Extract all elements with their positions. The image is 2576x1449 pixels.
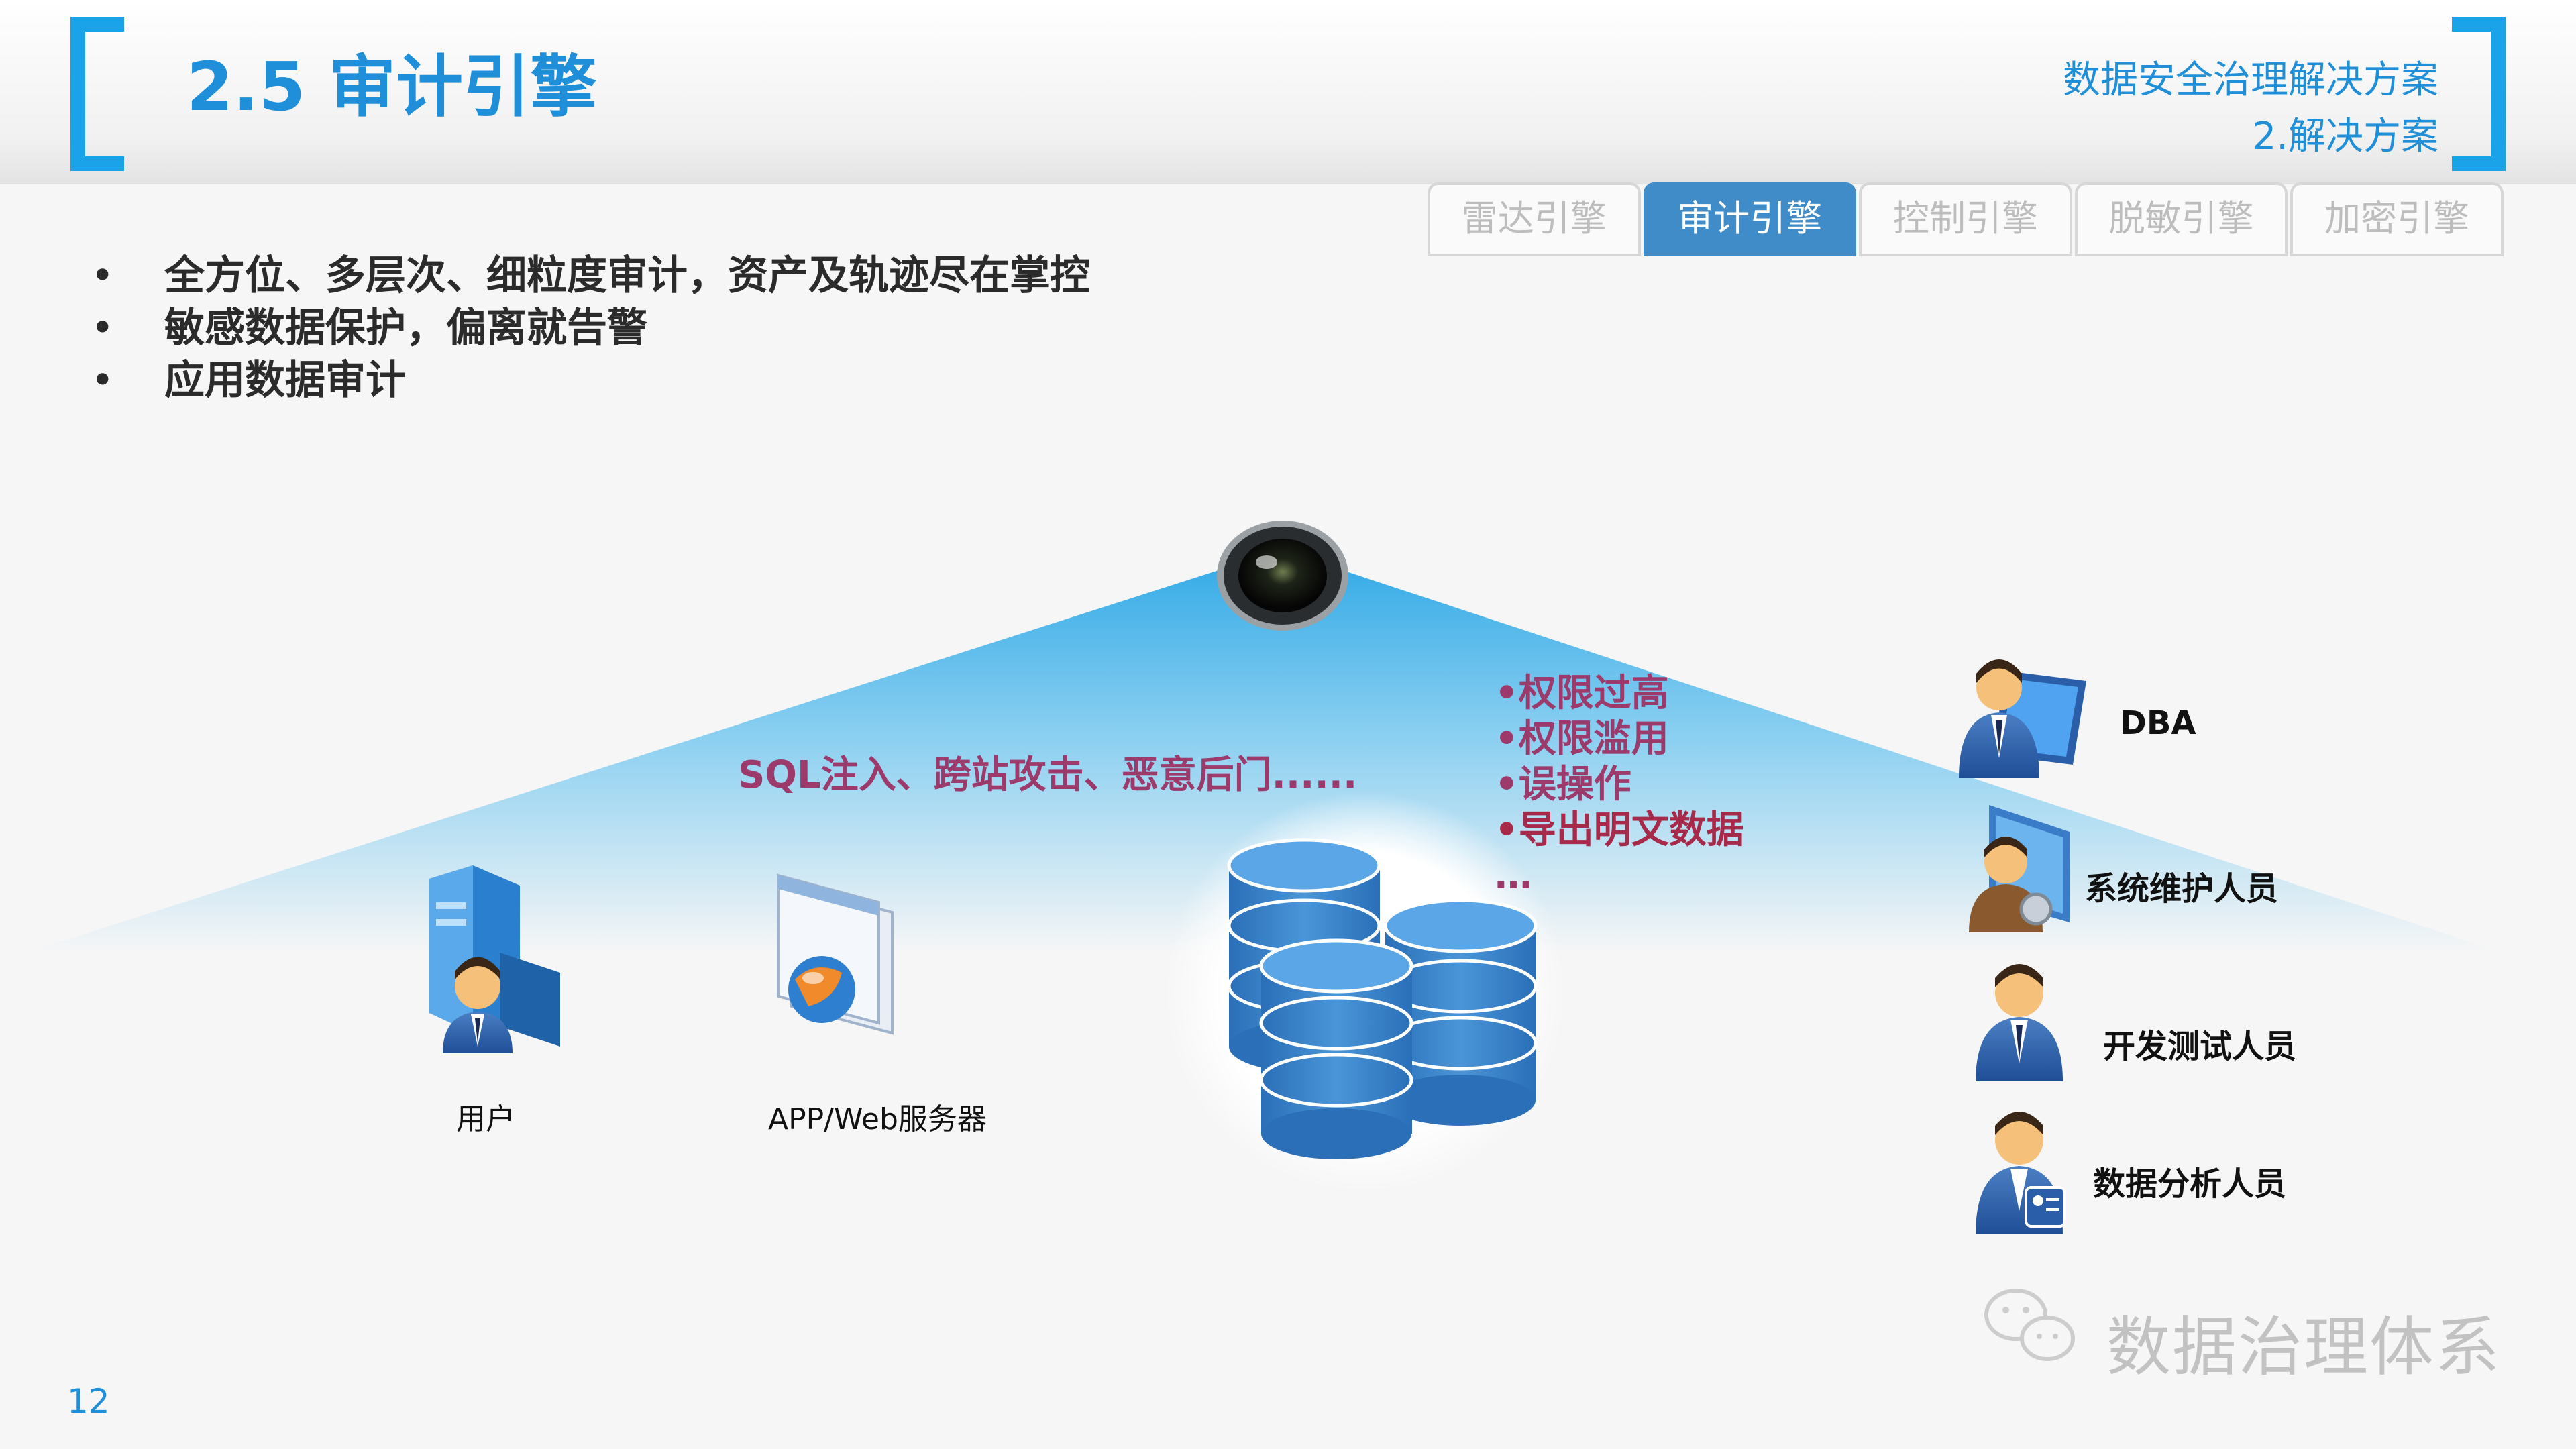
page-number: 12 — [67, 1382, 110, 1421]
role-label-dba: DBA — [2120, 704, 2196, 742]
role-label-system-maintenance: 系统维护人员 — [2085, 870, 2279, 908]
camera-icon — [1217, 521, 1348, 631]
risk-item: … — [1495, 854, 1532, 898]
risk-item: •导出明文数据 — [1495, 808, 1744, 852]
internal-risk-list: •权限过高 •权限滥用 •误操作 •导出明文数据 … — [1495, 671, 1744, 899]
role-label-dev-test: 开发测试人员 — [2103, 1028, 2297, 1065]
role-label-data-analyst: 数据分析人员 — [2093, 1165, 2287, 1203]
risk-item: •误操作 — [1495, 763, 1631, 806]
wechat-icon — [1984, 1289, 2075, 1361]
dba-icon — [1959, 659, 2086, 778]
server-label: APP/Web服务器 — [768, 1102, 987, 1136]
risk-item: •权限过高 — [1495, 672, 1669, 715]
risk-item: •权限滥用 — [1495, 717, 1669, 761]
watermark-text: 数据治理体系 — [2106, 1309, 2501, 1385]
dev-test-icon — [1976, 964, 2063, 1081]
user-label: 用户 — [456, 1102, 515, 1136]
data-analyst-icon — [1976, 1112, 2066, 1234]
attack-vectors-text: SQL注入、跨站攻击、恶意后门...... — [738, 753, 1358, 797]
